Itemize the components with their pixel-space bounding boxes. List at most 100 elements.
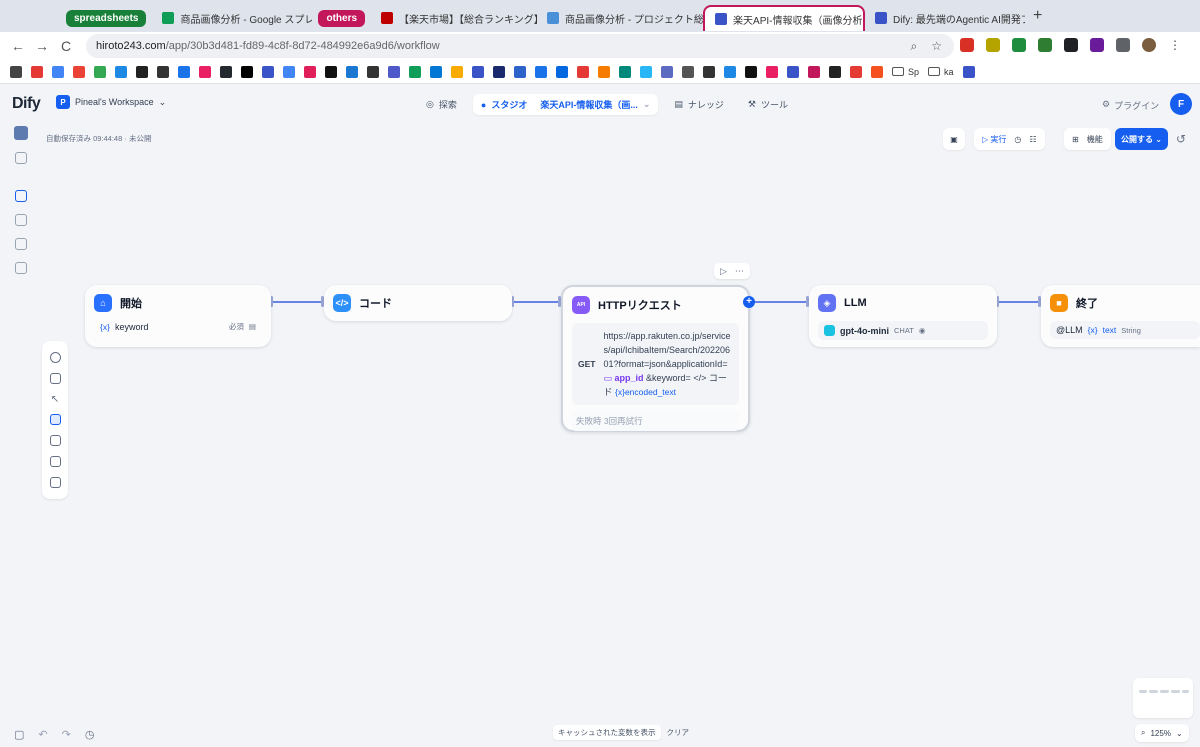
bookmark-icon[interactable] xyxy=(871,65,883,78)
pointer-icon[interactable]: ↖ xyxy=(50,394,61,405)
show-cached-vars-button[interactable]: キャッシュされた変数を表示 xyxy=(553,725,661,740)
tab-dify-home[interactable]: Dify: 最先端のAgentic AI開発プ × xyxy=(865,5,1025,31)
bookmark-icon[interactable] xyxy=(115,65,127,78)
bookmark-icon[interactable] xyxy=(241,65,253,78)
user-avatar[interactable]: F xyxy=(1170,93,1192,115)
bookmark-icon[interactable] xyxy=(787,65,799,78)
puzzle-icon[interactable] xyxy=(1116,38,1130,52)
node-end[interactable]: ■ 終了 @LLM {x} text String xyxy=(1041,285,1200,347)
bookmark-icon[interactable] xyxy=(703,65,715,78)
extension-icon[interactable] xyxy=(1038,38,1052,52)
bookmark-icon[interactable] xyxy=(514,65,526,78)
bookmark-icon[interactable] xyxy=(724,65,736,78)
nav-explore[interactable]: ◎ 探索 xyxy=(418,94,465,115)
checklist-icon[interactable]: ☷ xyxy=(1029,135,1036,144)
bookmark-icon[interactable] xyxy=(640,65,652,78)
api-access-icon[interactable] xyxy=(15,214,27,226)
extension-icon[interactable] xyxy=(986,38,1000,52)
extension-icon[interactable] xyxy=(1012,38,1026,52)
redo-icon[interactable]: ↷ xyxy=(62,728,71,741)
maximize-icon[interactable] xyxy=(49,476,61,488)
nav-studio[interactable]: ● スタジオ 楽天API-情報収集（画... ⌄ xyxy=(472,94,659,115)
zoom-search-icon[interactable]: ⌕ xyxy=(911,39,918,54)
minimap[interactable] xyxy=(1133,678,1193,718)
bookmark-icon[interactable] xyxy=(829,65,841,78)
tab-current-workflow[interactable]: 楽天API-情報収集（画像分析） × xyxy=(703,5,866,31)
google-icon[interactable] xyxy=(283,65,295,78)
tab-group-spreadsheets[interactable]: spreadsheets xyxy=(60,5,152,31)
note-icon[interactable] xyxy=(49,372,61,384)
model-selector[interactable]: gpt-4o-mini CHAT ◉ xyxy=(818,321,988,340)
tab-spreadsheet[interactable]: 商品画像分析 - Google スプレッ × xyxy=(152,5,312,31)
node-llm[interactable]: ◈ LLM gpt-4o-mini CHAT ◉ xyxy=(809,285,997,347)
forward-icon[interactable]: → xyxy=(30,38,54,54)
reload-icon[interactable]: C xyxy=(54,38,78,54)
bookmark-icon[interactable] xyxy=(73,65,85,78)
github-icon[interactable] xyxy=(220,65,232,78)
bookmark-folder-sp[interactable]: Sp xyxy=(892,67,919,77)
monitoring-icon[interactable] xyxy=(15,262,27,274)
bookmark-icon[interactable] xyxy=(136,65,148,78)
more-icon[interactable]: ⋯ xyxy=(735,266,744,277)
bookmark-icon[interactable] xyxy=(94,65,106,78)
extension-icon[interactable] xyxy=(1064,38,1078,52)
orchestrate-icon[interactable] xyxy=(15,190,27,202)
extension-icon[interactable] xyxy=(1090,38,1104,52)
extension-icon[interactable] xyxy=(960,38,974,52)
hand-icon[interactable] xyxy=(49,414,61,426)
bookmark-icon[interactable] xyxy=(178,65,190,78)
bookmark-folder-ka[interactable]: ka xyxy=(928,67,954,77)
dify-logo[interactable]: Dify xyxy=(12,95,41,113)
node-code[interactable]: </> コード xyxy=(324,285,512,321)
bookmark-icon[interactable] xyxy=(745,65,757,78)
bookmark-icon[interactable] xyxy=(682,65,694,78)
node-http-request[interactable]: API HTTPリクエスト GET https://app.rakuten.co.… xyxy=(561,285,750,432)
bookmark-icon[interactable] xyxy=(451,65,463,78)
run-button[interactable]: ▷ 実行 xyxy=(982,134,1006,145)
version-history-icon[interactable]: ↺ xyxy=(1176,132,1186,146)
bookmark-icon[interactable] xyxy=(31,65,43,78)
play-icon[interactable]: ▷ xyxy=(720,266,727,277)
menu-icon[interactable]: ⋮ xyxy=(1168,38,1182,52)
bookmark-icon[interactable] xyxy=(598,65,610,78)
url-input[interactable]: hiroto243.com /app/30b3d481-fd89-4c8f-8d… xyxy=(86,34,954,58)
organize-icon[interactable] xyxy=(49,456,61,468)
collapse-icon[interactable] xyxy=(15,152,27,164)
bookmark-icon[interactable] xyxy=(577,65,589,78)
plugins-link[interactable]: ⚙ プラグイン xyxy=(1102,99,1159,112)
bookmark-icon[interactable] xyxy=(535,65,547,78)
bookmark-icon[interactable] xyxy=(325,65,337,78)
workspace-switcher[interactable]: P Pineal's Workspace ⌄ xyxy=(56,95,166,109)
nav-tools[interactable]: ⚒ ツール xyxy=(740,94,796,115)
tab-rakuten-ranking[interactable]: 【楽天市場】【総合ランキング】 × xyxy=(371,5,537,31)
bookmark-icon[interactable] xyxy=(346,65,358,78)
bookmark-icon[interactable] xyxy=(10,65,22,78)
nav-knowledge[interactable]: ▤ ナレッジ xyxy=(666,94,732,115)
node-start[interactable]: ⌂ 開始 {x} keyword 必須 ▤ xyxy=(85,285,271,347)
logs-icon[interactable] xyxy=(15,238,27,250)
app-icon[interactable] xyxy=(14,126,28,140)
drive-icon[interactable] xyxy=(409,65,421,78)
slack-icon[interactable] xyxy=(304,65,316,78)
sidebar-toggle-icon[interactable]: ▢ xyxy=(14,728,24,741)
new-tab-button[interactable]: + xyxy=(1025,7,1050,25)
teams-icon[interactable] xyxy=(388,65,400,78)
add-node-button[interactable]: + xyxy=(743,296,755,308)
bookmark-icon[interactable] xyxy=(808,65,820,78)
add-block-icon[interactable] xyxy=(49,351,61,363)
bookmark-icon[interactable] xyxy=(661,65,673,78)
bookmark-icon[interactable] xyxy=(619,65,631,78)
history-clock-icon[interactable]: ◷ xyxy=(1014,135,1021,144)
bookmark-icon[interactable] xyxy=(850,65,862,78)
tab-project-overview[interactable]: 商品画像分析 - プロジェクト総覧 × xyxy=(537,5,703,31)
env-vars-button[interactable]: ▣ xyxy=(943,128,965,150)
bookmark-icon[interactable] xyxy=(766,65,778,78)
bookmark-icon[interactable] xyxy=(199,65,211,78)
export-image-icon[interactable] xyxy=(49,435,61,447)
tab-group-others[interactable]: others xyxy=(312,5,371,31)
bookmark-icon[interactable] xyxy=(367,65,379,78)
bookmark-icon[interactable] xyxy=(157,65,169,78)
bookmark-icon[interactable] xyxy=(472,65,484,78)
back-icon[interactable]: ← xyxy=(6,38,30,54)
clear-button[interactable]: クリア xyxy=(667,727,690,738)
